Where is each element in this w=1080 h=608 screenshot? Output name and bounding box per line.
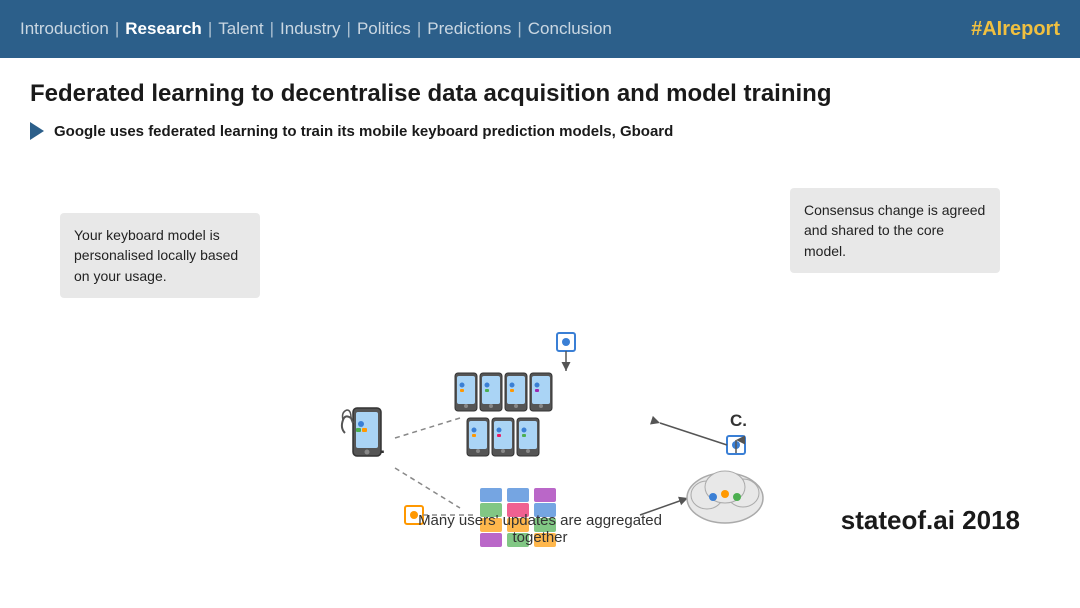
hashtag-label: #AIreport <box>971 18 1060 41</box>
subtitle-row: Google uses federated learning to train … <box>30 122 1050 140</box>
nav-predictions[interactable]: Predictions <box>427 19 511 39</box>
nav-industry[interactable]: Industry <box>280 19 340 39</box>
arrow-icon <box>30 122 44 140</box>
nav-research[interactable]: Research <box>125 19 202 39</box>
main-content: Federated learning to decentralise data … <box>0 58 1080 564</box>
nav-politics[interactable]: Politics <box>357 19 411 39</box>
navigation: Introduction | Research | Talent | Indus… <box>20 19 612 39</box>
nav-conclusion[interactable]: Conclusion <box>528 19 612 39</box>
nav-talent[interactable]: Talent <box>218 19 263 39</box>
svg-text:C.: C. <box>730 411 747 430</box>
nav-introduction[interactable]: Introduction <box>20 19 109 39</box>
branding: stateof.ai 2018 <box>841 505 1020 536</box>
diagram-area: Your keyboard model is personalised loca… <box>30 158 1050 548</box>
header: Introduction | Research | Talent | Indus… <box>0 0 1080 58</box>
box-b: Many users' updates are aggregated toget… <box>400 512 680 546</box>
page-title: Federated learning to decentralise data … <box>30 80 1050 108</box>
diagram-svg: A. <box>30 158 1050 548</box>
subtitle-text: Google uses federated learning to train … <box>54 123 673 140</box>
